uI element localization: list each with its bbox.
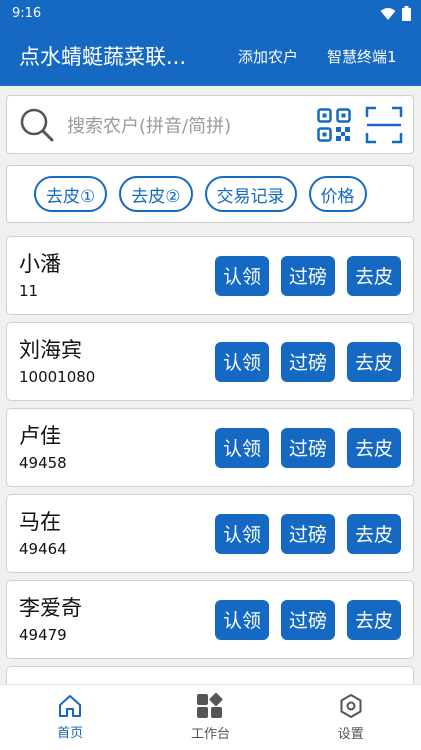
terminal-selector[interactable]: 智慧终端1 [327, 46, 397, 67]
weigh-button[interactable]: 过磅 [281, 341, 335, 382]
farmer-id: 10001080 [19, 367, 96, 386]
nav-settings[interactable]: 设置 [301, 693, 401, 742]
farmer-id: 49458 [19, 453, 67, 472]
farmer-name: 小潘 [19, 251, 61, 276]
claim-button[interactable]: 认领 [215, 341, 269, 382]
weigh-button[interactable]: 过磅 [281, 599, 335, 640]
nav-home[interactable]: 首页 [20, 694, 120, 741]
list-item-partial[interactable] [6, 666, 414, 686]
bottom-nav: 首页 工作台 设置 [0, 684, 421, 750]
nav-workbench[interactable]: 工作台 [160, 693, 260, 742]
search-input[interactable]: 搜索农户(拼音/简拼) [67, 112, 317, 138]
qr-code-icon[interactable] [317, 107, 351, 142]
farmer-name: 李爱奇 [19, 595, 82, 620]
weigh-button[interactable]: 过磅 [281, 427, 335, 468]
nav-label: 工作台 [190, 727, 230, 742]
chip-tare-1[interactable]: 去皮① [34, 176, 108, 212]
dashboard-icon [197, 693, 223, 718]
claim-button[interactable]: 认领 [215, 255, 269, 296]
claim-button[interactable]: 认领 [215, 513, 269, 554]
search-icon [20, 108, 54, 141]
farmer-name: 卢佳 [19, 423, 61, 448]
farmer-id: 11 [19, 281, 39, 300]
weigh-button[interactable]: 过磅 [281, 255, 335, 296]
wifi-icon [380, 7, 396, 20]
tare-button[interactable]: 去皮 [347, 513, 401, 554]
status-time: 9:16 [12, 5, 42, 21]
search-bar[interactable]: 搜索农户(拼音/简拼) [6, 95, 414, 154]
battery-icon [402, 5, 411, 21]
nav-label: 设置 [337, 727, 364, 742]
tare-button[interactable]: 去皮 [347, 341, 401, 382]
farmer-id: 49464 [19, 539, 67, 558]
farmer-name: 马在 [19, 509, 61, 534]
nav-label: 首页 [57, 726, 84, 741]
farmer-id: 49479 [19, 625, 67, 644]
status-bar: 9:16 [0, 0, 421, 26]
app-bar: 点水蜻蜓蔬菜联... 添加农户 智慧终端1 [0, 26, 421, 86]
list-item[interactable]: 刘海宾 10001080 认领 过磅 去皮 [6, 322, 414, 401]
chip-transactions[interactable]: 交易记录 [204, 176, 297, 212]
list-item[interactable]: 马在 49464 认领 过磅 去皮 [6, 494, 414, 573]
farmer-name: 刘海宾 [19, 337, 82, 362]
quick-filter-bar: 去皮① 去皮② 交易记录 价格 [6, 165, 414, 223]
tare-button[interactable]: 去皮 [347, 599, 401, 640]
list-item[interactable]: 卢佳 49458 认领 过磅 去皮 [6, 408, 414, 487]
claim-button[interactable]: 认领 [215, 599, 269, 640]
add-farmer-button[interactable]: 添加农户 [238, 46, 298, 67]
weigh-button[interactable]: 过磅 [281, 513, 335, 554]
tare-button[interactable]: 去皮 [347, 427, 401, 468]
app-title: 点水蜻蜓蔬菜联... [19, 45, 187, 69]
chip-price[interactable]: 价格 [308, 176, 367, 212]
tare-button[interactable]: 去皮 [347, 255, 401, 296]
chip-tare-2[interactable]: 去皮② [119, 176, 193, 212]
claim-button[interactable]: 认领 [215, 427, 269, 468]
list-item[interactable]: 李爱奇 49479 认领 过磅 去皮 [6, 580, 414, 659]
list-item[interactable]: 小潘 11 认领 过磅 去皮 [6, 236, 414, 315]
home-icon [59, 695, 82, 717]
farmer-list: 小潘 11 认领 过磅 去皮 刘海宾 10001080 认领 过磅 去皮 卢佳 … [6, 236, 414, 693]
scan-icon[interactable] [365, 106, 403, 144]
settings-icon [340, 694, 362, 718]
